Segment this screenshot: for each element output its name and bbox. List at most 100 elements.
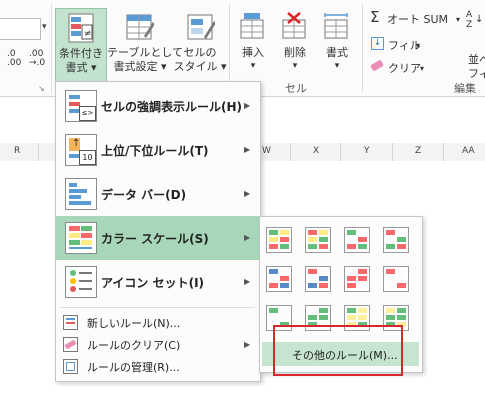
editing-group-label: 編集 xyxy=(454,82,476,95)
conditional-formatting-label-2: 書式 ▾ xyxy=(65,61,97,74)
swatch-color-cell xyxy=(280,269,289,274)
color-scale-option[interactable] xyxy=(305,266,331,292)
swatch-color-cell xyxy=(269,237,278,242)
color-scale-option[interactable] xyxy=(305,227,331,253)
fill-down-icon: ↓ xyxy=(371,37,384,50)
column-header-x[interactable]: X xyxy=(313,146,319,156)
swatch-color-cell xyxy=(358,269,367,274)
cell-styles-label-2: スタイル ▾ xyxy=(173,60,227,73)
menu-item-top-bottom-rules[interactable]: ↑ 10 上位/下位ルール(T) ▶ xyxy=(56,128,260,172)
swatch-color-cell xyxy=(269,276,278,281)
new-rule-icon xyxy=(63,315,78,330)
column-header-z[interactable]: Z xyxy=(415,146,421,156)
menu-item-manage-rules[interactable]: ルールの管理(R)... xyxy=(56,355,260,377)
menu-item-label: 新しいルール(N)... xyxy=(87,317,181,330)
swatch-color-cell xyxy=(308,269,317,274)
swatch-color-cell xyxy=(269,230,278,235)
format-button[interactable]: 書式 ▾ xyxy=(317,8,357,84)
column-header-y[interactable]: Y xyxy=(364,146,370,156)
color-scale-option[interactable] xyxy=(266,266,292,292)
swatch-color-cell xyxy=(347,269,356,274)
swatch-color-cell xyxy=(397,315,406,320)
submenu-arrow-icon: ▶ xyxy=(244,340,251,349)
number-format-box[interactable] xyxy=(0,18,41,40)
increase-decimal-icon: .0 .00 xyxy=(7,49,22,68)
swatch-color-cell xyxy=(319,269,328,274)
swatch-color-cell xyxy=(358,237,367,242)
swatch-color-cell xyxy=(358,244,367,249)
data-bars-icon xyxy=(65,178,97,210)
swatch-color-cell xyxy=(308,230,317,235)
color-scale-option[interactable] xyxy=(383,227,409,253)
decrease-decimal-button[interactable]: .00 →.0 xyxy=(29,50,45,68)
format-dropdown-icon: ▾ xyxy=(334,61,340,71)
cell-styles-button[interactable]: セルの スタイル ▾ xyxy=(173,8,227,84)
swatch-color-cell xyxy=(319,244,328,249)
menu-item-label: カラー スケール(S) xyxy=(101,232,209,246)
menu-separator xyxy=(61,307,255,308)
number-format-dropdown-icon[interactable]: ▾ xyxy=(42,22,47,32)
swatch-color-cell xyxy=(347,315,356,320)
sort-filter-label-1: 並べ xyxy=(468,53,485,66)
manage-rules-icon xyxy=(63,359,78,374)
fill-button[interactable]: ↓ フィル ▾ xyxy=(368,35,438,53)
swatch-color-cell xyxy=(308,276,317,281)
insert-button[interactable]: 挿入 ▾ xyxy=(233,8,273,84)
swatch-color-cell xyxy=(280,315,289,320)
swatch-color-cell xyxy=(269,269,278,274)
swatch-color-cell xyxy=(280,276,289,281)
autosum-label: オート SUM xyxy=(387,13,449,26)
swatch-color-cell xyxy=(358,230,367,235)
clear-label: クリア xyxy=(388,62,421,75)
swatch-color-cell xyxy=(280,230,289,235)
sort-filter-button[interactable]: 並べ フィ xyxy=(460,40,485,80)
swatch-color-cell xyxy=(397,269,406,274)
column-header-r[interactable]: R xyxy=(14,146,20,156)
delete-cells-icon xyxy=(282,12,306,39)
menu-item-new-rule[interactable]: 新しいルール(N)... xyxy=(56,311,260,333)
autosum-button[interactable]: Σ オート SUM ▾ xyxy=(368,8,468,28)
format-label: 書式 xyxy=(326,46,348,59)
conditional-formatting-menu: ≤> セルの強調表示ルール(H) ▶ ↑ 10 上位/下位ルール(T) ▶ デー… xyxy=(55,81,261,382)
decrease-decimal-icon: .00 →.0 xyxy=(29,49,46,68)
swatch-color-cell xyxy=(347,237,356,242)
menu-item-icon-sets[interactable]: アイコン セット(I) ▶ xyxy=(56,260,260,304)
menu-item-highlight-cells-rules[interactable]: ≤> セルの強調表示ルール(H) ▶ xyxy=(56,84,260,128)
swatch-color-cell xyxy=(308,315,317,320)
clear-button[interactable]: クリア ▾ xyxy=(368,58,438,76)
format-as-table-label-2: 書式設定 ▾ xyxy=(113,60,167,73)
increase-decimal-button[interactable]: .0 .00 xyxy=(7,50,21,68)
color-scale-option[interactable] xyxy=(383,266,409,292)
sort-filter-label-2: フィ xyxy=(468,67,485,80)
swatch-color-cell xyxy=(397,276,406,281)
menu-item-data-bars[interactable]: データ バー(D) ▶ xyxy=(56,172,260,216)
column-header-aa[interactable]: AA xyxy=(462,146,475,156)
color-scale-option[interactable] xyxy=(344,266,370,292)
menu-item-color-scales[interactable]: カラー スケール(S) ▶ xyxy=(56,216,260,260)
delete-dropdown-icon: ▾ xyxy=(292,61,298,71)
swatch-color-cell xyxy=(386,276,395,281)
column-header-w[interactable]: W xyxy=(262,146,271,156)
conditional-formatting-icon: ≠ xyxy=(68,13,94,43)
conditional-formatting-button[interactable]: ≠ 条件付き 書式 ▾ xyxy=(55,8,107,88)
swatch-color-cell xyxy=(386,237,395,242)
swatch-color-cell xyxy=(269,308,278,313)
submenu-arrow-icon: ▶ xyxy=(244,101,251,110)
number-group-launcher-icon[interactable]: ↘ xyxy=(38,84,45,93)
swatch-color-cell xyxy=(347,230,356,235)
swatch-color-cell xyxy=(347,308,356,313)
fill-dropdown-icon: ▾ xyxy=(416,41,421,50)
cell-styles-icon xyxy=(187,14,215,40)
delete-button[interactable]: 削除 ▾ xyxy=(275,8,315,84)
submenu-arrow-icon: ▶ xyxy=(244,277,251,286)
format-as-table-button[interactable]: テーブルとして 書式設定 ▾ xyxy=(107,8,183,84)
menu-item-label: 上位/下位ルール(T) xyxy=(101,144,209,158)
menu-item-label: データ バー(D) xyxy=(101,188,187,202)
menu-item-clear-rules[interactable]: ルールのクリア(C) ▶ xyxy=(56,333,260,355)
swatch-color-cell xyxy=(397,230,406,235)
highlight-cells-rules-icon: ≤> xyxy=(65,90,97,122)
menu-item-label: セルの強調表示ルール(H) xyxy=(101,100,243,114)
color-scale-option[interactable] xyxy=(266,227,292,253)
color-scale-option[interactable] xyxy=(344,227,370,253)
swatch-color-cell xyxy=(397,237,406,242)
